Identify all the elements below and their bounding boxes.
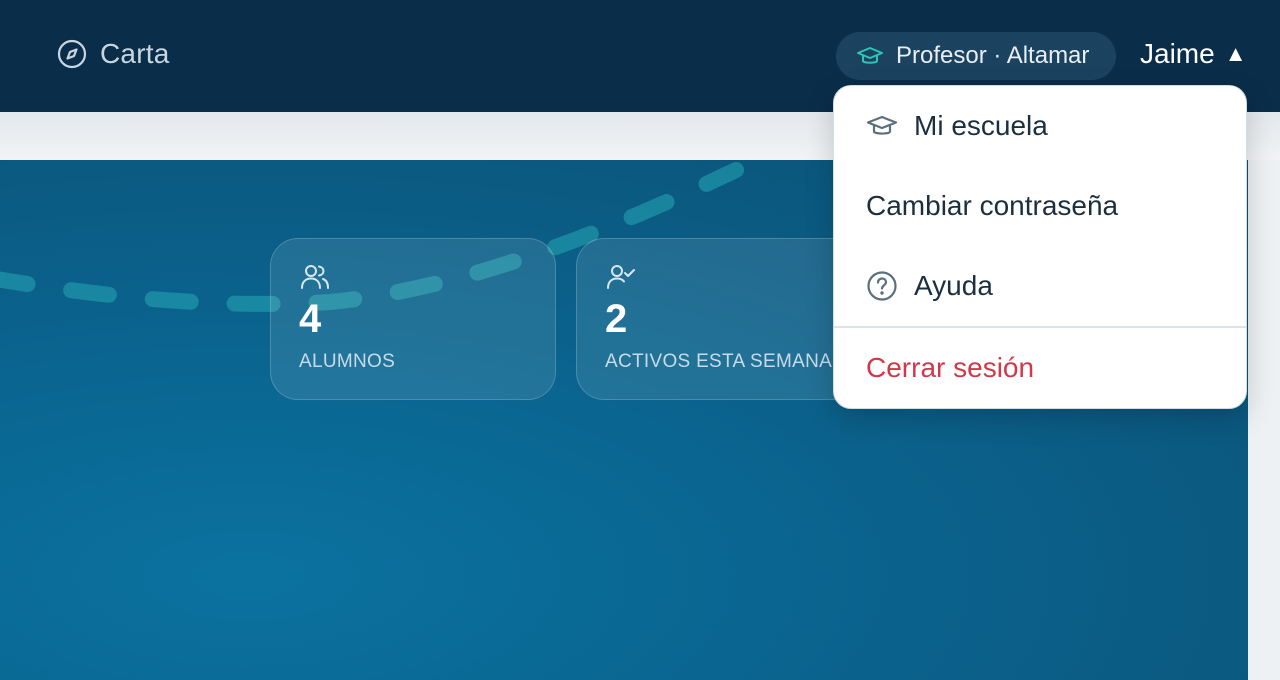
user-name: Jaime <box>1140 38 1215 69</box>
menu-item-label: Cerrar sesión <box>866 352 1035 383</box>
caret-up-icon: ▲ <box>1224 41 1247 66</box>
menu-item-label: Ayuda <box>914 270 993 301</box>
graduation-cap-icon <box>866 110 898 142</box>
menu-item-change-password[interactable]: Cambiar contraseña <box>834 166 1246 246</box>
stat-card-active: 2 ACTIVOS ESTA SEMANA <box>576 238 876 400</box>
role-label: Profesor · Altamar <box>896 42 1090 69</box>
menu-item-my-school[interactable]: Mi escuela <box>834 86 1246 166</box>
stat-label: ACTIVOS ESTA SEMANA <box>605 351 833 372</box>
user-check-icon <box>605 261 847 293</box>
stat-value: 2 <box>605 297 628 341</box>
stat-card-students: 4 ALUMNOS <box>270 238 556 400</box>
page-gutter <box>1248 160 1280 680</box>
user-dropdown-menu: Mi escuela Cambiar contraseña Ayuda Cerr… <box>833 85 1247 409</box>
brand-label: Carta <box>100 38 170 69</box>
compass-icon <box>56 38 88 70</box>
stat-value: 4 <box>299 297 322 341</box>
users-icon <box>299 261 527 293</box>
menu-item-help[interactable]: Ayuda <box>834 246 1246 326</box>
role-badge[interactable]: Profesor · Altamar <box>836 32 1116 80</box>
graduation-cap-icon <box>856 42 884 70</box>
menu-item-logout[interactable]: Cerrar sesión <box>834 328 1246 408</box>
help-circle-icon <box>866 270 898 302</box>
menu-item-label: Mi escuela <box>914 110 1048 141</box>
brand-link[interactable]: Carta <box>56 38 169 70</box>
menu-item-label: Cambiar contraseña <box>866 190 1119 221</box>
user-menu-toggle[interactable]: Jaime ▲ <box>1140 38 1246 70</box>
stat-label: ALUMNOS <box>299 351 396 372</box>
